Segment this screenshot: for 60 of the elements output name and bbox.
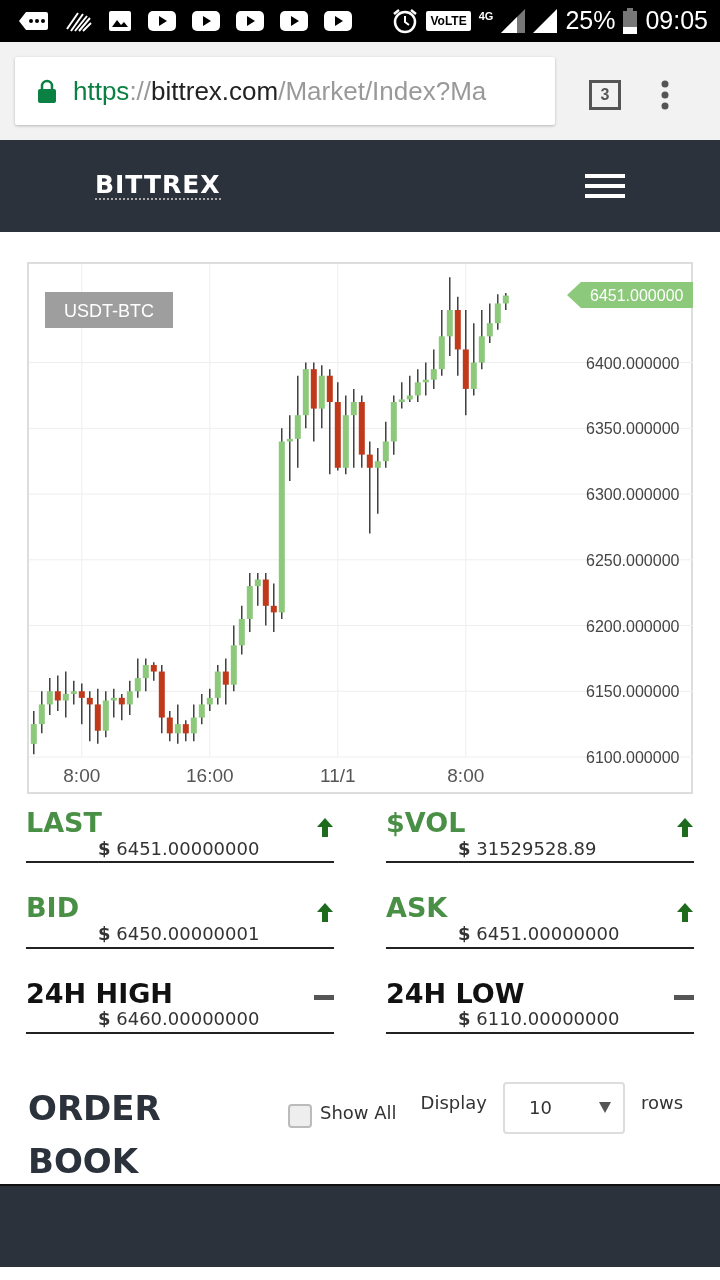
volte-badge: VoLTE [426,11,471,31]
network-type: 4G [478,9,494,25]
up-arrow-icon [316,902,334,923]
axis-label: 6350.000000 [586,420,680,438]
video-icon [192,11,220,31]
axis-label: 11/1 [320,765,356,786]
axis-label: 6300.000000 [586,486,680,504]
url-text: https://bittrex.com/Market/Index?Ma [73,74,487,108]
stat-label: LAST [26,808,102,838]
tab-count-button[interactable]: 3 [589,79,621,110]
stat-label: $VOL [386,808,466,838]
dash-icon [314,994,334,1000]
stat-value: $ 31529528.89 [457,837,598,860]
battery-percent: 25% [565,5,616,37]
video-icon [324,11,352,31]
axis-label: 6250.000000 [586,551,680,569]
stat-value: $ 6451.00000000 [97,837,261,860]
signal-icon [533,9,558,33]
stat-label: ASK [386,893,448,923]
stat-label: BID [26,893,80,923]
alarm-icon [392,8,419,34]
pair-label-text: USDT-BTC [64,301,154,321]
display-label: Display [420,1091,487,1113]
signal-icon [501,9,526,33]
clock-time: 09:05 [645,5,708,37]
up-arrow-icon [316,816,334,837]
address-bar[interactable]: https://bittrex.com/Market/Index?Ma [15,57,555,125]
axis-label: 6200.000000 [586,617,680,635]
price-tag: 6451.000000 [567,282,693,308]
battery-icon [623,8,638,34]
axis-label: 8:00 [63,765,101,786]
rows-select[interactable]: 10 [502,1081,625,1134]
up-arrow-icon [676,902,694,923]
stat-label: 24H LOW [386,978,525,1009]
axis-label: 6100.000000 [586,749,680,766]
video-icon [236,11,264,31]
axis-label: 6150.000000 [586,683,680,701]
checkbox[interactable] [288,1103,312,1128]
caret-icon [598,1102,611,1114]
stat-value: $ 6450.00000001 [97,922,261,945]
stat-value: $ 6460.00000000 [97,1008,261,1030]
dash-icon [674,994,694,1000]
stat-value: $ 6451.00000000 [457,922,621,945]
section-title: ORDER BOOK [28,1086,162,1183]
video-icon [148,11,176,31]
menu-icon[interactable] [585,172,625,200]
lock-icon [37,79,57,103]
axis-label: 8:00 [447,765,485,786]
checkbox-label[interactable]: Show All [320,1101,397,1123]
axis-label: 16:00 [186,765,234,786]
stat-value: $ 6110.00000000 [457,1008,621,1030]
stat-label: 24H HIGH [26,978,173,1009]
axis-label: 6400.000000 [586,354,680,372]
image-icon [108,10,132,32]
rows-label: rows [640,1091,684,1113]
more-menu-icon[interactable] [661,79,669,110]
video-icon [280,11,308,31]
site-logo[interactable]: BITTREX [95,171,221,201]
up-arrow-icon [676,816,694,837]
message-icon [18,10,48,32]
